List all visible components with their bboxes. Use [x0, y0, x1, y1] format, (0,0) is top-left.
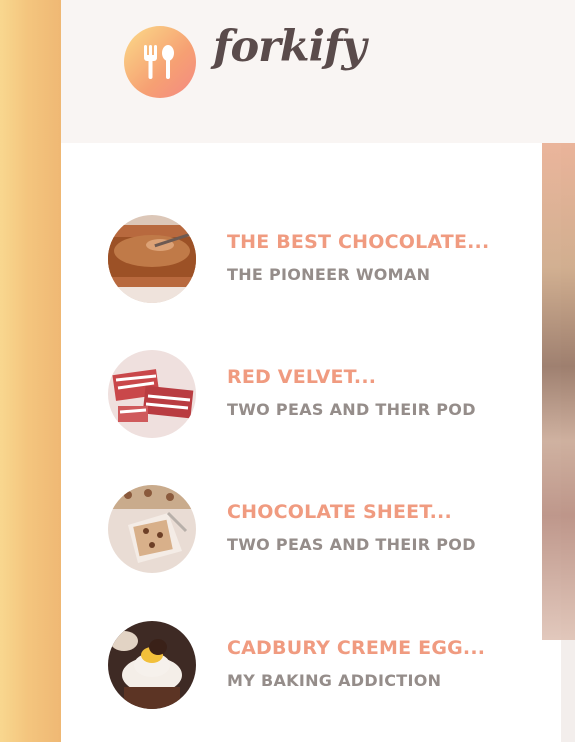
recipe-publisher: TWO PEAS AND THEIR POD	[227, 400, 476, 419]
recipe-title: CADBURY CREME EGG...	[227, 637, 486, 659]
recipe-title: CHOCOLATE SHEET...	[227, 501, 452, 523]
recipe-publisher: TWO PEAS AND THEIR POD	[227, 535, 476, 554]
recipe-title: RED VELVET...	[227, 366, 377, 388]
result-item[interactable]: RED VELVET... TWO PEAS AND THEIR POD	[108, 350, 538, 440]
recipe-image-panel	[542, 143, 575, 640]
recipe-thumbnail	[108, 215, 196, 303]
recipe-publisher: MY BAKING ADDICTION	[227, 671, 442, 690]
recipe-panel-edge	[561, 640, 575, 742]
result-item[interactable]: CADBURY CREME EGG... MY BAKING ADDICTION	[108, 621, 538, 711]
recipe-publisher: THE PIONEER WOMAN	[227, 265, 431, 284]
recipe-thumbnail	[108, 485, 196, 573]
recipe-thumbnail	[108, 621, 196, 709]
recipe-title: THE BEST CHOCOLATE...	[227, 231, 490, 253]
search-results-list: THE BEST CHOCOLATE... THE PIONEER WOMAN …	[61, 143, 561, 742]
result-item[interactable]: THE BEST CHOCOLATE... THE PIONEER WOMAN	[108, 215, 538, 305]
header: forkify	[61, 0, 575, 143]
result-item[interactable]: CHOCOLATE SHEET... TWO PEAS AND THEIR PO…	[108, 485, 538, 575]
logo[interactable]	[124, 26, 196, 98]
recipe-thumbnail	[108, 350, 196, 438]
left-gradient-border	[0, 0, 61, 742]
logo-text: forkify	[213, 22, 366, 72]
fork-spoon-icon	[144, 45, 174, 79]
